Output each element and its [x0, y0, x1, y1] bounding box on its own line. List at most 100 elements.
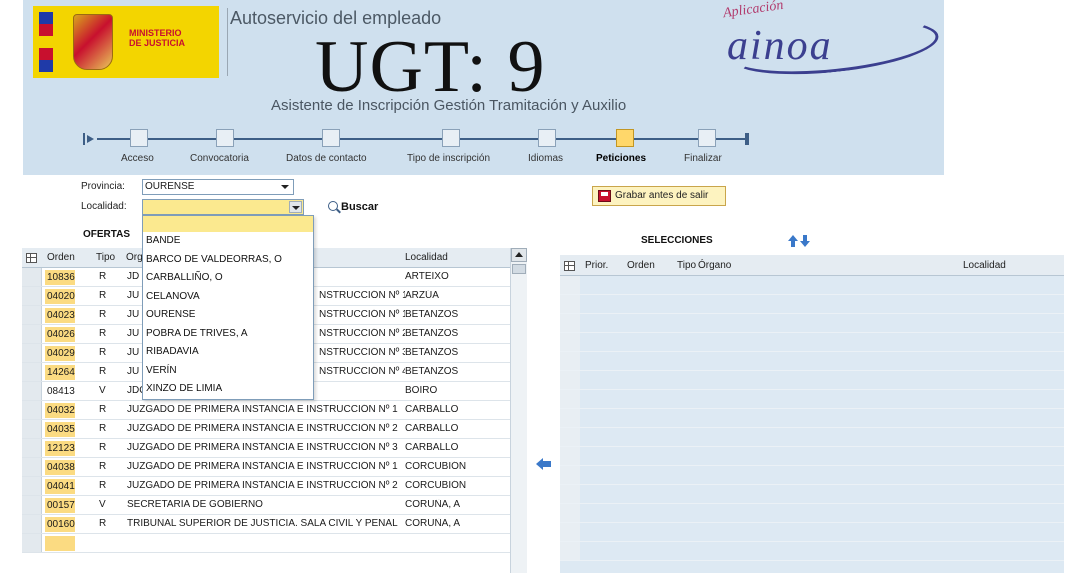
row-orden	[45, 536, 75, 551]
table-row[interactable]: 04038 R JUZGADO DE PRIMERA INSTANCIA E INS…	[22, 458, 510, 477]
column-header-tipo[interactable]: Tipo	[96, 252, 115, 263]
step-convocatoria-label[interactable]: Convocatoria	[190, 153, 249, 164]
provincia-select[interactable]: OURENSE	[142, 179, 294, 195]
row-organo: JUZGADO DE PRIMERA INSTANCIA E INSTRUCCI…	[127, 423, 398, 434]
step-convocatoria-marker[interactable]	[216, 129, 234, 147]
dropdown-option[interactable]: VERÍN	[143, 362, 313, 381]
row-selector[interactable]	[22, 325, 42, 343]
move-down-arrow-icon[interactable]	[800, 235, 810, 247]
row-selector[interactable]	[22, 439, 42, 457]
column-header-tipo[interactable]: Tipo	[677, 260, 696, 271]
row-selector[interactable]	[22, 458, 42, 476]
header-banner: MINISTERIO DE JUSTICIA Autoservicio del …	[23, 0, 944, 175]
row-tipo: V	[99, 385, 106, 396]
row-selector[interactable]	[22, 363, 42, 381]
row-tipo: R	[99, 404, 107, 415]
row-selector[interactable]	[22, 420, 42, 438]
step-acceso-label[interactable]: Acceso	[121, 153, 154, 164]
move-left-arrow-icon[interactable]	[536, 458, 552, 470]
scroll-up-arrow-icon[interactable]	[511, 248, 527, 262]
row-selector[interactable]	[22, 344, 42, 362]
row-localidad: BETANZOS	[405, 328, 459, 339]
step-datos-contacto-marker[interactable]	[322, 129, 340, 147]
step-tipo-inscripcion-label[interactable]: Tipo de inscripción	[407, 153, 490, 164]
brand-name: ainoa	[727, 23, 833, 69]
column-header-orden[interactable]: Orden	[627, 260, 655, 271]
empty-row	[560, 485, 1064, 504]
column-header-localidad[interactable]: Localidad	[405, 252, 448, 263]
row-localidad: ARZÚA	[405, 290, 439, 301]
provincia-value: OURENSE	[145, 181, 195, 192]
row-tipo: R	[99, 518, 107, 529]
dropdown-option[interactable]: BANDE	[143, 232, 313, 251]
localidad-dropdown-list: BANDE BARCO DE VALDEORRAS, O CARBALLIÑO,…	[142, 215, 314, 400]
coat-of-arms-icon	[73, 14, 113, 70]
row-selector[interactable]	[22, 287, 42, 305]
empty-row	[560, 314, 1064, 333]
search-button-label: Buscar	[341, 201, 379, 213]
table-row[interactable]: 00157 V SECRETARIA DE GOBIERNO CORUÑA, A	[22, 496, 510, 515]
ofertas-scrollbar[interactable]	[510, 248, 527, 573]
row-orden: 04041	[45, 479, 75, 494]
step-acceso-marker[interactable]	[130, 129, 148, 147]
row-selector[interactable]	[22, 534, 42, 552]
table-settings-icon[interactable]	[26, 253, 37, 263]
table-row[interactable]: 12123 R JUZGADO DE PRIMERA INSTANCIA E INS…	[22, 439, 510, 458]
dropdown-option[interactable]: CELANOVA	[143, 288, 313, 307]
row-tipo: R	[99, 309, 107, 320]
row-selector[interactable]	[22, 515, 42, 533]
step-tipo-inscripcion-marker[interactable]	[442, 129, 460, 147]
dropdown-option[interactable]: RIBADAVIA	[143, 343, 313, 362]
table-row[interactable]: 00160 R TRIBUNAL SUPERIOR DE JUSTICIA. SAL…	[22, 515, 510, 534]
row-organo-suffix: NSTRUCCIÓN Nº 1	[319, 290, 405, 301]
save-before-exit-button[interactable]: Grabar antes de salir	[592, 186, 726, 206]
move-up-arrow-icon[interactable]	[788, 235, 798, 247]
table-row[interactable]	[22, 534, 510, 553]
row-organo-suffix: NSTRUCCIÓN Nº 2	[319, 328, 405, 339]
row-orden: 12123	[45, 441, 75, 456]
row-localidad: CORUÑA, A	[405, 499, 461, 510]
table-row[interactable]: 04041 R JUZGADO DE PRIMERA INSTANCIA E INS…	[22, 477, 510, 496]
row-organo-suffix: NSTRUCCIÓN Nº 4	[319, 366, 405, 377]
row-localidad: CORUÑA, A	[405, 518, 461, 529]
row-selector[interactable]	[22, 401, 42, 419]
table-row[interactable]: 04032 R JUZGADO DE PRIMERA INSTANCIA E INS…	[22, 401, 510, 420]
row-selector[interactable]	[22, 496, 42, 514]
scrollbar-thumb[interactable]	[512, 264, 526, 274]
table-settings-icon[interactable]	[564, 261, 575, 271]
selecciones-table-body	[560, 276, 1064, 573]
column-header-organo[interactable]: Órgano	[698, 260, 731, 271]
step-peticiones-label[interactable]: Peticiones	[596, 153, 646, 164]
chevron-down-icon[interactable]	[289, 201, 302, 213]
row-selector[interactable]	[22, 382, 42, 400]
dropdown-option[interactable]: XINZO DE LIMIA	[143, 380, 313, 399]
dropdown-option[interactable]: OURENSE	[143, 306, 313, 325]
empty-row	[560, 371, 1064, 390]
provincia-label: Provincia:	[81, 181, 125, 192]
step-datos-contacto-label[interactable]: Datos de contacto	[286, 153, 367, 164]
dropdown-option-blank[interactable]	[143, 216, 313, 232]
search-button[interactable]: Buscar	[328, 201, 378, 213]
column-header-orden[interactable]: Orden	[47, 252, 75, 263]
row-selector[interactable]	[22, 268, 42, 286]
row-selector[interactable]	[22, 477, 42, 495]
chevron-down-icon[interactable]	[279, 181, 292, 193]
table-row[interactable]: 04035 R JUZGADO DE PRIMERA INSTANCIA E INS…	[22, 420, 510, 439]
dropdown-option[interactable]: CARBALLIÑO, O	[143, 269, 313, 288]
step-idiomas-label[interactable]: Idiomas	[528, 153, 563, 164]
row-orden: 04029	[45, 346, 75, 361]
row-tipo: R	[99, 480, 107, 491]
dropdown-option[interactable]: BARCO DE VALDEORRAS, O	[143, 251, 313, 270]
selecciones-table-header: Prior. Orden Tipo Órgano Localidad	[560, 255, 1064, 276]
row-localidad: BETANZOS	[405, 309, 459, 320]
column-header-prior[interactable]: Prior.	[585, 260, 608, 271]
column-header-localidad[interactable]: Localidad	[963, 260, 1006, 271]
row-selector[interactable]	[22, 306, 42, 324]
step-peticiones-marker[interactable]	[616, 129, 634, 147]
step-idiomas-marker[interactable]	[538, 129, 556, 147]
dropdown-option[interactable]: POBRA DE TRIVES, A	[143, 325, 313, 344]
localidad-select[interactable]	[142, 199, 304, 215]
step-finalizar-label[interactable]: Finalizar	[684, 153, 722, 164]
column-header-organo[interactable]: Órgano	[126, 252, 143, 263]
step-finalizar-marker[interactable]	[698, 129, 716, 147]
